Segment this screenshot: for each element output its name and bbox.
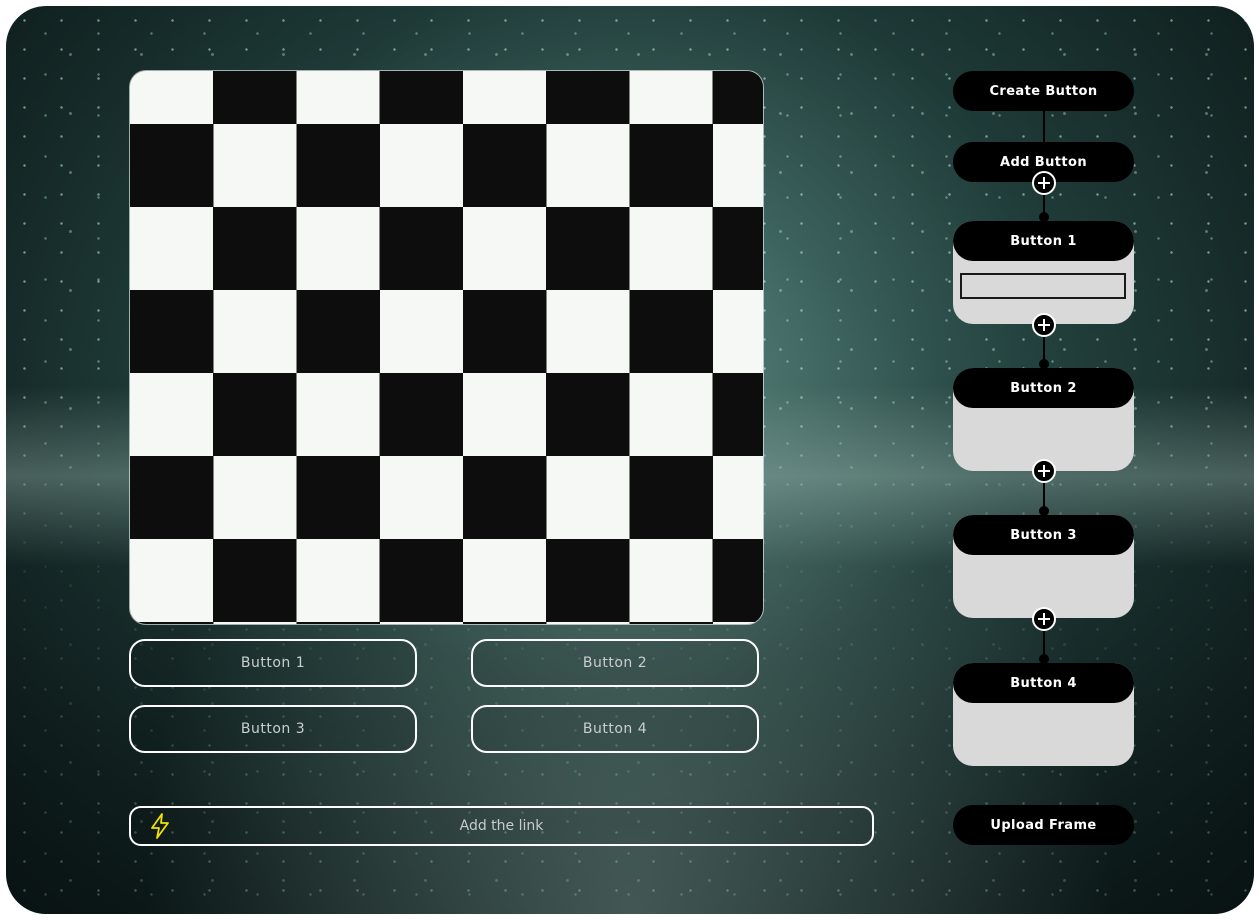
flow-node-label: Button 3 — [1010, 527, 1077, 543]
create-button[interactable]: Create Button — [953, 71, 1134, 111]
add-button-label: Add Button — [1000, 154, 1087, 170]
flow-node-header[interactable]: Button 4 — [953, 663, 1134, 703]
flow-node-1: Button 1 — [953, 221, 1134, 324]
flow-node-2: Button 2 — [953, 368, 1134, 471]
grid-button-1[interactable]: Button 1 — [129, 639, 417, 687]
grid-button-label: Button 1 — [240, 655, 306, 671]
flow-node-text-field[interactable] — [960, 273, 1126, 299]
checkerboard-canvas[interactable] — [130, 71, 763, 624]
upload-frame-button[interactable]: Upload Frame — [953, 805, 1134, 845]
flow-node-header[interactable]: Button 2 — [953, 368, 1134, 408]
plus-circle-icon[interactable] — [1032, 607, 1056, 631]
plus-circle-icon[interactable] — [1032, 459, 1056, 483]
grid-button-3[interactable]: Button 3 — [129, 705, 417, 753]
grid-button-label: Button 4 — [582, 721, 648, 737]
link-input[interactable] — [131, 807, 872, 845]
plus-circle-icon[interactable] — [1032, 313, 1056, 337]
plus-circle-icon[interactable] — [1032, 171, 1056, 195]
grid-button-label: Button 3 — [240, 721, 306, 737]
grid-button-4[interactable]: Button 4 — [471, 705, 759, 753]
flow-node-label: Button 2 — [1010, 380, 1077, 396]
link-input-bar — [129, 806, 874, 846]
grid-button-label: Button 2 — [582, 655, 648, 671]
lightning-bolt-icon — [151, 813, 169, 839]
flow-node-header[interactable]: Button 3 — [953, 515, 1134, 555]
grid-button-2[interactable]: Button 2 — [471, 639, 759, 687]
flow-node-3: Button 3 — [953, 515, 1134, 618]
flow-node-4: Button 4 — [953, 663, 1134, 766]
flow-node-header[interactable]: Button 1 — [953, 221, 1134, 261]
create-button-label: Create Button — [989, 83, 1098, 99]
flow-node-label: Button 4 — [1010, 675, 1077, 691]
upload-frame-label: Upload Frame — [990, 817, 1097, 833]
flow-node-label: Button 1 — [1010, 233, 1077, 249]
app-window: Button 1 Button 2 Button 3 Button 4 Crea… — [6, 6, 1254, 914]
